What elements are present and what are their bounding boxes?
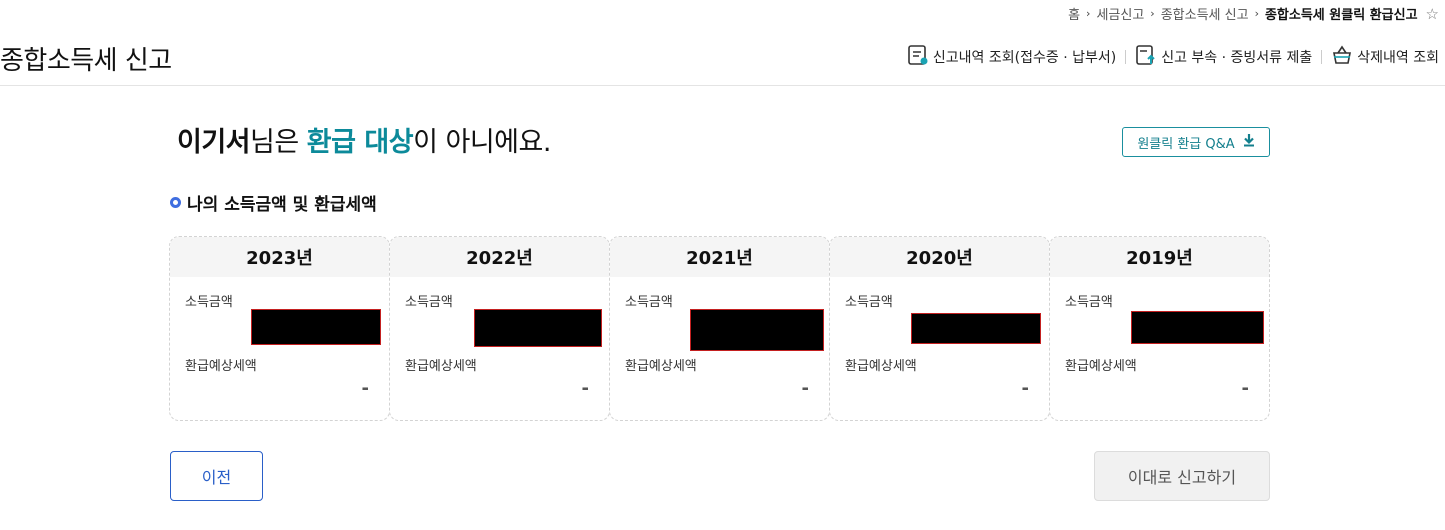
breadcrumb-item-tax-filing[interactable]: 세금신고 <box>1096 4 1144 23</box>
redacted-income-value <box>911 313 1041 344</box>
deleted-history-label: 삭제내역 조회 <box>1357 50 1439 66</box>
section-title-text: 나의 소득금액 및 환급세액 <box>187 195 377 215</box>
document-list-icon <box>907 44 929 70</box>
year-card: 2022년 소득금액 환급예상세액 - <box>389 236 610 421</box>
section-title: 나의 소득금액 및 환급세액 <box>170 190 377 215</box>
result-heading: 이기서님은 환급 대상이 아니에요. <box>177 120 551 159</box>
deleted-history-link[interactable]: 삭제내역 조회 <box>1331 44 1439 70</box>
result-emphasis: 환급 대상 <box>306 127 414 158</box>
income-label: 소득금액 <box>845 295 893 310</box>
basket-icon <box>1331 44 1353 70</box>
header-links: 신고내역 조회(접수증 · 납부서) 신고 부속 · 증빙서류 제출 삭제내역 … <box>907 44 1439 70</box>
attachment-submit-label: 신고 부속 · 증빙서류 제출 <box>1161 50 1313 66</box>
year-card: 2021년 소득금액 환급예상세액 - <box>609 236 830 421</box>
refund-value: - <box>1021 378 1029 399</box>
redacted-income-value <box>690 309 824 351</box>
income-label: 소득금액 <box>185 295 233 310</box>
refund-label: 환급예상세액 <box>845 359 917 374</box>
taxpayer-name: 이기서 <box>177 127 251 158</box>
refund-label: 환급예상세액 <box>1065 359 1137 374</box>
result-suffix: 님은 <box>250 127 307 158</box>
income-label: 소득금액 <box>1065 295 1113 310</box>
submit-as-is-button[interactable]: 이대로 신고하기 <box>1094 451 1270 501</box>
refund-label: 환급예상세액 <box>405 359 477 374</box>
year-card-title: 2020년 <box>830 237 1049 277</box>
filing-history-link[interactable]: 신고내역 조회(접수증 · 납부서) <box>907 44 1116 70</box>
breadcrumb-item-income-tax[interactable]: 종합소득세 신고 <box>1161 4 1249 23</box>
breadcrumb-home[interactable]: 홈 <box>1068 4 1080 23</box>
qa-download-button[interactable]: 원클릭 환급 Q&A <box>1122 127 1270 157</box>
refund-value: - <box>361 378 369 399</box>
year-cards: 2023년 소득금액 환급예상세액 - 2022년 소득금액 환급예상세액 - … <box>169 236 1270 421</box>
filing-history-label: 신고내역 조회(접수증 · 납부서) <box>932 50 1117 66</box>
chevron-right-icon: › <box>1150 7 1155 20</box>
breadcrumb-current: 종합소득세 원클릭 환급신고 <box>1264 8 1418 23</box>
header-divider <box>1125 50 1127 64</box>
breadcrumb: 홈 › 세금신고 › 종합소득세 신고 › 종합소득세 원클릭 환급신고 ☆ <box>1068 4 1439 24</box>
attachment-submit-link[interactable]: 신고 부속 · 증빙서류 제출 <box>1135 44 1312 70</box>
chevron-right-icon: › <box>1254 7 1259 20</box>
header-divider <box>1321 50 1323 64</box>
year-card-title: 2022년 <box>390 237 609 277</box>
year-card: 2020년 소득금액 환급예상세액 - <box>829 236 1050 421</box>
page: 홈 › 세금신고 › 종합소득세 신고 › 종합소득세 원클릭 환급신고 ☆ 종… <box>0 0 1445 530</box>
refund-value: - <box>581 378 589 399</box>
redacted-income-value <box>251 309 381 345</box>
bullet-circle-icon <box>170 197 181 208</box>
prev-button[interactable]: 이전 <box>170 451 263 501</box>
result-tail: 이 아니에요. <box>413 127 551 158</box>
refund-label: 환급예상세액 <box>625 359 697 374</box>
document-upload-icon <box>1135 44 1157 70</box>
year-card-title: 2023년 <box>170 237 389 277</box>
refund-value: - <box>1241 378 1249 399</box>
refund-label: 환급예상세액 <box>185 359 257 374</box>
download-icon <box>1243 133 1255 151</box>
income-label: 소득금액 <box>405 295 453 310</box>
year-card-title: 2019년 <box>1050 237 1269 277</box>
qa-button-label: 원클릭 환급 Q&A <box>1137 136 1235 152</box>
year-card: 2019년 소득금액 환급예상세액 - <box>1049 236 1270 421</box>
star-outline-icon[interactable]: ☆ <box>1426 5 1439 23</box>
redacted-income-value <box>474 309 602 347</box>
year-card: 2023년 소득금액 환급예상세액 - <box>169 236 390 421</box>
redacted-income-value <box>1131 311 1264 344</box>
income-label: 소득금액 <box>625 295 673 310</box>
header-divider-line <box>0 85 1445 86</box>
refund-value: - <box>801 378 809 399</box>
page-title: 종합소득세 신고 <box>0 46 172 76</box>
year-card-title: 2021년 <box>610 237 829 277</box>
chevron-right-icon: › <box>1086 7 1091 20</box>
